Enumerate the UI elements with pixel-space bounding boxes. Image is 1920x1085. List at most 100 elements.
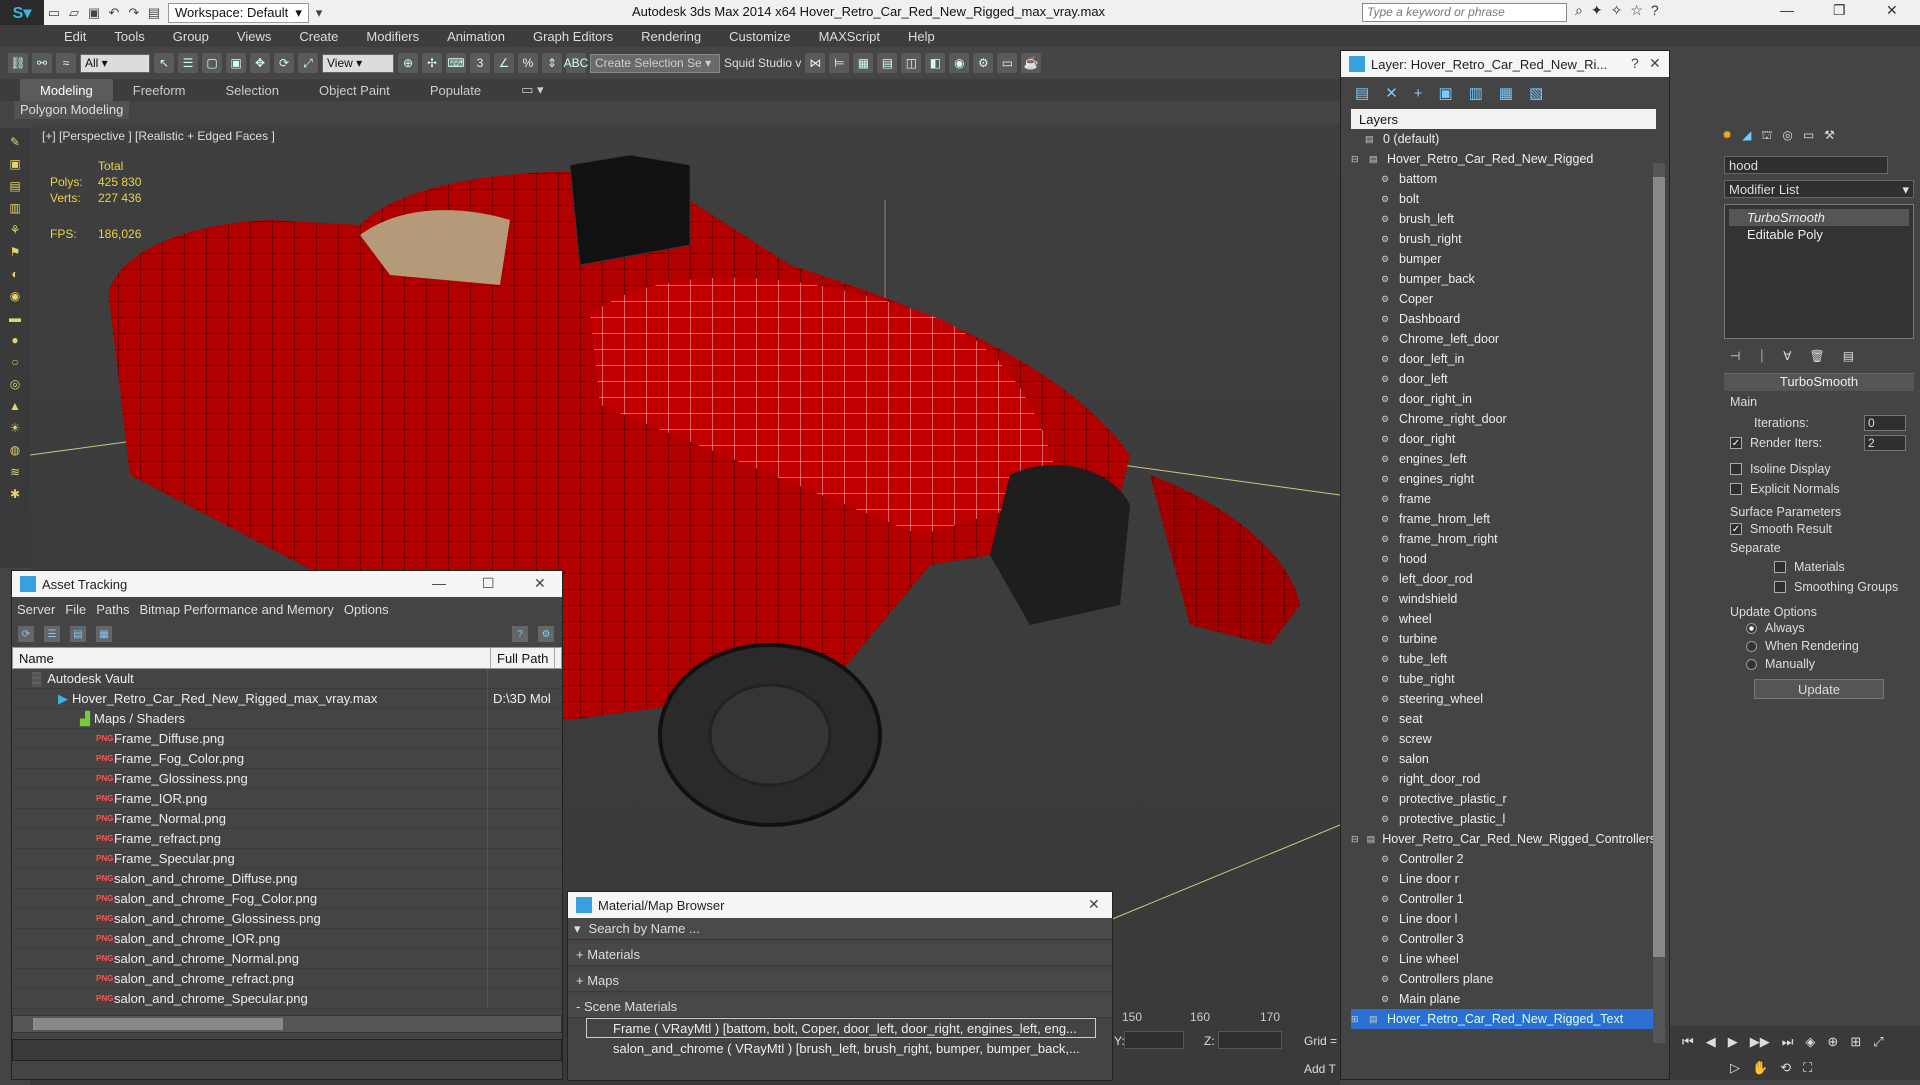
add-time-tag[interactable]: Add T [1304, 1062, 1336, 1076]
tool-1-icon[interactable]: ✎ [7, 134, 23, 150]
restore-icon[interactable]: ❐ [1833, 2, 1846, 19]
go-to-end-icon[interactable]: ⏭ [1782, 1034, 1794, 1050]
object-name-field[interactable]: hood [1724, 156, 1888, 174]
tab-freeform[interactable]: Freeform [113, 83, 206, 98]
list-item[interactable]: ⚙ bolt [1351, 189, 1656, 209]
tool-8-icon[interactable]: ◉ [7, 288, 23, 304]
table-row[interactable]: ▟ Maps / Shaders [12, 708, 562, 729]
zoom-all-icon[interactable]: ⊞ [1850, 1034, 1861, 1050]
menu-customize[interactable]: Customize [715, 29, 804, 44]
menu-help[interactable]: Help [894, 29, 949, 44]
tool-3-icon[interactable]: ▤ [7, 178, 23, 194]
subscription-icon[interactable]: ✦ [1591, 2, 1603, 19]
tool-2-icon[interactable]: ▣ [7, 156, 23, 172]
display-tab-icon[interactable]: ▭ [1803, 128, 1814, 146]
link-icon[interactable]: ⛓ [8, 53, 28, 73]
menu-animation[interactable]: Animation [433, 29, 519, 44]
list-item[interactable]: ⚙ engines_left [1351, 449, 1656, 469]
list-item[interactable]: ⚙ protective_plastic_l [1351, 809, 1656, 829]
select-objects-icon[interactable]: ▣ [1439, 84, 1453, 102]
mirror-icon[interactable]: ⋈ [805, 53, 826, 73]
expand-icon[interactable]: ⊞ [1351, 1014, 1363, 1024]
list-item[interactable]: ▤ 0 (default) [1351, 129, 1656, 149]
table-row[interactable]: PNG salon_and_chrome_Specular.png [12, 988, 562, 1009]
spinner-snap-icon[interactable]: ⇕ [542, 53, 562, 73]
key-mode-icon[interactable]: ◈ [1805, 1034, 1815, 1050]
tab-selection[interactable]: Selection [206, 83, 299, 98]
undo-icon[interactable]: ↶ [104, 3, 124, 23]
show-end-result-icon[interactable]: ⏐ [1758, 349, 1765, 363]
freeze-all-icon[interactable]: ▧ [1529, 84, 1543, 102]
render-setup-icon[interactable]: ⚙ [973, 53, 994, 73]
list-item[interactable]: ⚙ brush_right [1351, 229, 1656, 249]
menu-tools[interactable]: Tools [100, 29, 158, 44]
create-tab-icon[interactable]: ✹ [1722, 128, 1732, 146]
list-item[interactable]: ⚙ bumper [1351, 249, 1656, 269]
list-item[interactable]: ⚙ Main plane [1351, 989, 1656, 1009]
list-item[interactable]: ⚙ frame [1351, 489, 1656, 509]
asset-horizontal-scrollbar[interactable] [12, 1015, 562, 1033]
table-row[interactable]: PNG salon_and_chrome_refract.png [12, 968, 562, 989]
delete-layer-icon[interactable]: ✕ [1385, 84, 1398, 102]
table-row[interactable]: PNG Frame_Fog_Color.png [12, 748, 562, 769]
rollout-turbosmooth[interactable]: TurboSmooth [1724, 373, 1914, 391]
motion-tab-icon[interactable]: ◎ [1782, 128, 1792, 146]
table-row[interactable]: PNG Frame_IOR.png [12, 788, 562, 809]
collapse-icon[interactable]: ⊟ [1351, 154, 1363, 164]
menu-paths[interactable]: Paths [91, 602, 134, 617]
walk-icon[interactable]: ⛶ [1803, 1060, 1812, 1076]
table-view-icon[interactable]: ▦ [96, 626, 112, 642]
tab-modeling[interactable]: Modeling [20, 79, 113, 101]
col-full-path[interactable]: Full Path [491, 648, 556, 668]
make-unique-icon[interactable]: ∀ [1783, 349, 1791, 363]
tool-4-icon[interactable]: ▥ [7, 200, 23, 216]
list-item[interactable]: ⚙ frame_hrom_left [1351, 509, 1656, 529]
menu-group[interactable]: Group [159, 29, 223, 44]
hide-all-icon[interactable]: ▦ [1499, 84, 1513, 102]
table-row[interactable]: PNG salon_and_chrome_IOR.png [12, 928, 562, 949]
align-icon[interactable]: ⊨ [829, 53, 850, 73]
table-row[interactable]: PNG salon_and_chrome_Diffuse.png [12, 868, 562, 889]
tool-5-icon[interactable]: ⚘ [7, 222, 23, 238]
col-name[interactable]: Name [13, 648, 491, 668]
tool-10-icon[interactable]: ● [7, 332, 23, 348]
table-row[interactable]: ▒ Autodesk Vault [12, 668, 562, 689]
configure-sets-icon[interactable]: ▤ [1843, 349, 1854, 363]
project-icon[interactable]: ▤ [144, 3, 164, 23]
list-item[interactable]: ⚙ protective_plastic_r [1351, 789, 1656, 809]
refresh-icon[interactable]: ⟳ [18, 626, 34, 642]
utilities-tab-icon[interactable]: ⚒ [1824, 128, 1835, 146]
material-search-input[interactable]: ▾ Search by Name ... [568, 918, 1112, 940]
select-manipulate-icon[interactable]: ✢ [422, 53, 442, 73]
tool-16-icon[interactable]: ≋ [7, 464, 23, 480]
polygon-modeling-tab[interactable]: Polygon Modeling [14, 101, 130, 119]
table-row[interactable]: PNG salon_and_chrome_Fog_Color.png [12, 888, 562, 909]
viewport-label[interactable]: [+] [Perspective ] [Realistic + Edged Fa… [42, 129, 275, 143]
app-logo-icon[interactable]: S▾ [0, 0, 44, 25]
list-item[interactable]: ⚙ engines_right [1351, 469, 1656, 489]
hierarchy-tab-icon[interactable]: ⛫ [1761, 128, 1772, 146]
pin-stack-icon[interactable]: ⊣ [1730, 349, 1740, 363]
go-to-start-icon[interactable]: ⏮ [1682, 1034, 1694, 1050]
scrollbar-thumb[interactable] [1653, 177, 1665, 957]
list-item[interactable]: ⚙ Controller 1 [1351, 889, 1656, 909]
list-item[interactable]: ⚙ left_door_rod [1351, 569, 1656, 589]
list-item[interactable]: ⚙ Line wheel [1351, 949, 1656, 969]
tool-17-icon[interactable]: ✱ [7, 486, 23, 502]
tool-6-icon[interactable]: ⚑ [7, 244, 23, 260]
table-row[interactable]: PNG Frame_Specular.png [12, 848, 562, 869]
rotate-icon[interactable]: ⟳ [274, 53, 294, 73]
list-item[interactable]: ⚙ salon [1351, 749, 1656, 769]
tool-9-icon[interactable]: ▬ [7, 310, 23, 326]
scale-icon[interactable]: ⤢ [298, 53, 318, 73]
z-coord-field[interactable] [1218, 1031, 1282, 1049]
close-icon[interactable]: ✕ [1088, 896, 1100, 913]
list-item[interactable]: ⚙ right_door_rod [1351, 769, 1656, 789]
pivot-icon[interactable]: ⊕ [398, 53, 418, 73]
render-iters-spinner[interactable]: 2 [1864, 435, 1906, 451]
table-row[interactable]: PNG Frame_Glossiness.png [12, 768, 562, 789]
list-item[interactable]: ⚙ seat [1351, 709, 1656, 729]
table-row[interactable]: PNG Frame_refract.png [12, 828, 562, 849]
menu-file[interactable]: File [60, 602, 91, 617]
modifier-list-dropdown[interactable]: Modifier List ▾ [1724, 180, 1914, 198]
